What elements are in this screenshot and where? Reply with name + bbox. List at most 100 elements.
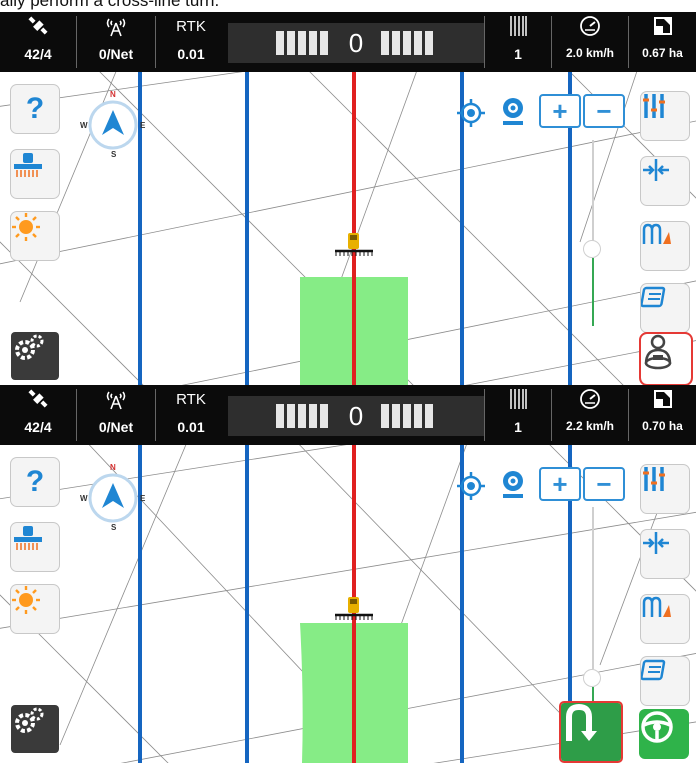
compass-south: S bbox=[111, 150, 117, 159]
record-path-button[interactable] bbox=[641, 657, 689, 705]
lightbar-segment bbox=[414, 404, 422, 428]
help-button[interactable]: ? bbox=[11, 458, 59, 506]
satellite-status[interactable]: 42/4 bbox=[0, 12, 76, 72]
day-night-button[interactable] bbox=[11, 212, 59, 260]
rtk-status[interactable]: RTK 0.01 bbox=[156, 385, 226, 445]
gear-icon bbox=[15, 707, 44, 733]
view-mode-button[interactable] bbox=[497, 468, 529, 500]
lightbar-segment bbox=[298, 404, 306, 428]
rtk-value: 0.01 bbox=[177, 419, 205, 435]
screen-2: 42/4 0/Net RTK 0.01 0 1 2.2 km/h 0.70 ha… bbox=[0, 385, 696, 763]
zoom-slider-fill bbox=[592, 258, 594, 326]
record-path-button[interactable] bbox=[641, 284, 689, 332]
satellite-status[interactable]: 42/4 bbox=[0, 385, 76, 445]
lightbar-segment bbox=[403, 404, 411, 428]
shift-icon bbox=[643, 532, 669, 554]
zoom-slider-track[interactable] bbox=[592, 507, 594, 669]
compass-south: S bbox=[111, 523, 117, 532]
zoom-in-button[interactable]: + bbox=[539, 94, 581, 128]
sun-icon bbox=[12, 586, 40, 614]
caption-text: ally perform a cross-line turn. bbox=[0, 0, 220, 10]
steering-wheel-icon bbox=[641, 711, 673, 743]
speedometer-icon bbox=[552, 387, 628, 411]
swath-status[interactable]: 1 bbox=[485, 12, 551, 72]
area-icon bbox=[629, 14, 696, 38]
zoom-out-button[interactable]: − bbox=[583, 467, 625, 501]
help-button[interactable]: ? bbox=[11, 85, 59, 133]
compass-east: E bbox=[140, 121, 146, 130]
rtk-value: 0.01 bbox=[177, 46, 205, 62]
crosshair-icon bbox=[457, 99, 485, 127]
screen-1: 42/4 0/Net RTK 0.01 0 1 2.0 km/h 0.67 ha… bbox=[0, 12, 696, 390]
shift-line-button[interactable] bbox=[641, 157, 689, 205]
lightbar-segment bbox=[414, 31, 422, 55]
speed-value: 2.2 km/h bbox=[565, 419, 615, 433]
area-status[interactable]: 0.70 ha bbox=[629, 385, 696, 445]
zoom-slider-track[interactable] bbox=[592, 140, 594, 242]
grid-line bbox=[0, 72, 243, 107]
swath-value: 1 bbox=[514, 46, 522, 62]
area-value: 0.70 ha bbox=[642, 419, 683, 433]
compass-east: E bbox=[140, 494, 146, 503]
compass: N S W E bbox=[80, 463, 146, 532]
lightbar: 0 bbox=[228, 396, 484, 436]
turn-pattern-button[interactable] bbox=[641, 595, 689, 643]
crosshair-icon bbox=[457, 472, 485, 500]
path-icon bbox=[641, 659, 666, 681]
rtk-status[interactable]: RTK 0.01 bbox=[156, 12, 226, 72]
lightbar-segment bbox=[309, 404, 317, 428]
lightbar: 0 bbox=[228, 23, 484, 63]
implement-icon bbox=[14, 153, 42, 177]
gear-icon bbox=[15, 334, 44, 360]
question-icon: ? bbox=[25, 465, 45, 498]
speed-status[interactable]: 2.2 km/h bbox=[552, 385, 628, 445]
network-status[interactable]: 0/Net bbox=[77, 385, 155, 445]
question-icon: ? bbox=[25, 92, 45, 125]
layers-button[interactable] bbox=[641, 92, 689, 140]
lightbar-segment bbox=[320, 31, 328, 55]
u-turn-button[interactable] bbox=[559, 701, 623, 763]
swath-status[interactable]: 1 bbox=[485, 385, 551, 445]
compass-west: W bbox=[80, 121, 88, 130]
zoom-out-button[interactable]: − bbox=[583, 94, 625, 128]
zoom-slider-knob[interactable] bbox=[583, 240, 601, 258]
minus-icon: − bbox=[596, 468, 612, 499]
swath-icon bbox=[485, 387, 551, 411]
turn-pattern-button[interactable] bbox=[641, 222, 689, 270]
path-icon bbox=[641, 286, 666, 308]
field-map[interactable]: ? N S W E + − bbox=[0, 445, 696, 763]
settings-button[interactable] bbox=[11, 332, 59, 380]
compass-west: W bbox=[80, 494, 88, 503]
speed-status[interactable]: 2.0 km/h bbox=[552, 12, 628, 72]
implement-settings-button[interactable] bbox=[11, 523, 59, 571]
area-status[interactable]: 0.67 ha bbox=[629, 12, 696, 72]
area-icon bbox=[629, 387, 696, 411]
view-mode-button[interactable] bbox=[497, 95, 529, 127]
network-status[interactable]: 0/Net bbox=[77, 12, 155, 72]
speedometer-icon bbox=[552, 14, 628, 38]
layers-button[interactable] bbox=[641, 465, 689, 513]
implement-icon bbox=[14, 526, 42, 550]
implement-settings-button[interactable] bbox=[11, 150, 59, 198]
lightbar-segment bbox=[298, 31, 306, 55]
eye-view-icon bbox=[503, 471, 523, 498]
settings-button[interactable] bbox=[11, 705, 59, 753]
autosteer-active-button[interactable] bbox=[639, 709, 689, 759]
locate-button[interactable] bbox=[456, 471, 486, 501]
network-value: 0/Net bbox=[98, 46, 134, 62]
lightbar-segment bbox=[287, 404, 295, 428]
compass-icon bbox=[88, 100, 138, 150]
driver-icon bbox=[644, 334, 672, 370]
locate-button[interactable] bbox=[456, 98, 486, 128]
lightbar-segment bbox=[320, 404, 328, 428]
lightbar-segment bbox=[276, 404, 284, 428]
shift-line-button[interactable] bbox=[641, 530, 689, 578]
autosteer-engage-button[interactable] bbox=[639, 332, 693, 386]
compass-north: N bbox=[110, 90, 116, 99]
zoom-slider-knob[interactable] bbox=[583, 669, 601, 687]
day-night-button[interactable] bbox=[11, 585, 59, 633]
caption: ally perform a cross-line turn. bbox=[0, 0, 696, 12]
zoom-in-button[interactable]: + bbox=[539, 467, 581, 501]
lightbar-segment bbox=[425, 31, 433, 55]
field-map[interactable]: ? N S W E + − bbox=[0, 72, 696, 390]
